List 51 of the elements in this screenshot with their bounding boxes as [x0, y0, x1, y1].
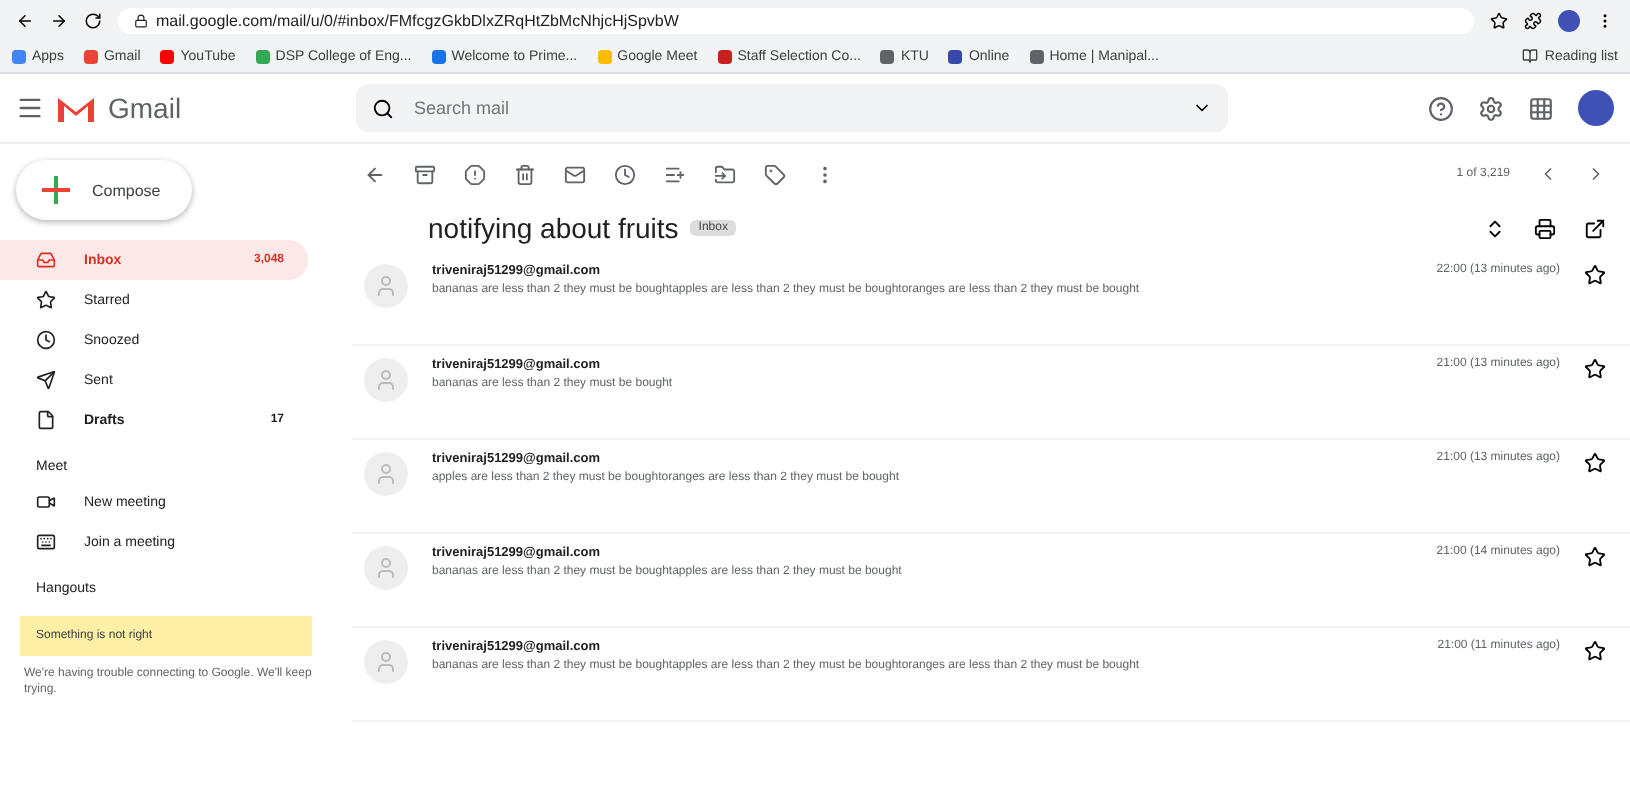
- star-icon[interactable]: [1584, 452, 1606, 474]
- profile-avatar[interactable]: [1558, 9, 1580, 31]
- star-icon[interactable]: [1490, 11, 1508, 29]
- video-icon: [36, 492, 56, 512]
- forward-icon[interactable]: [50, 11, 68, 29]
- inbox-icon: [36, 250, 56, 270]
- clock-icon[interactable]: [614, 163, 636, 185]
- back-icon[interactable]: [16, 11, 34, 29]
- keyboard-icon: [36, 532, 56, 552]
- avatar-icon: [364, 452, 408, 496]
- back-icon[interactable]: [364, 163, 386, 185]
- compose-button[interactable]: Compose: [16, 160, 192, 220]
- add-task-icon[interactable]: [664, 163, 686, 185]
- search-field[interactable]: Search mail: [356, 84, 1228, 132]
- avatar-icon: [364, 546, 408, 590]
- expand-icon[interactable]: [1484, 217, 1506, 239]
- star-icon[interactable]: [1584, 358, 1606, 380]
- menu-icon[interactable]: [16, 94, 44, 122]
- reload-icon[interactable]: [84, 11, 102, 29]
- clock-icon: [36, 330, 56, 350]
- search-icon[interactable]: [372, 97, 394, 119]
- spam-icon[interactable]: [464, 163, 486, 185]
- search-input[interactable]: Search mail: [410, 96, 1176, 120]
- help-icon[interactable]: [1428, 95, 1454, 121]
- mail-icon[interactable]: [564, 163, 586, 185]
- tag-icon[interactable]: [764, 163, 786, 185]
- address-bar[interactable]: mail.google.com/mail/u/0/#inbox/FMfcgzGkbDlxZRqHtZbMcNhjcHjSpvbW: [118, 7, 1474, 33]
- apps-grid-icon[interactable]: [1528, 95, 1554, 121]
- file-icon: [36, 410, 56, 430]
- avatar-icon: [364, 264, 408, 308]
- folder-icon[interactable]: [714, 163, 736, 185]
- star-icon[interactable]: [1584, 640, 1606, 662]
- new-window-icon[interactable]: [1584, 217, 1606, 239]
- send-icon: [36, 370, 56, 390]
- plus-icon: [40, 174, 72, 206]
- settings-icon[interactable]: [1478, 95, 1504, 121]
- app-name: Gmail: [108, 92, 182, 124]
- mail-logo-icon[interactable]: [56, 93, 96, 123]
- profile-avatar[interactable]: [1578, 90, 1614, 126]
- print-icon[interactable]: [1534, 217, 1556, 239]
- avatar-icon: [364, 358, 408, 402]
- email-subject: notifying about fruits: [428, 212, 679, 244]
- lock-icon: [134, 13, 148, 27]
- avatar-icon: [364, 640, 408, 684]
- trash-icon[interactable]: [514, 163, 536, 185]
- star-icon[interactable]: [1584, 546, 1606, 568]
- puzzle-icon[interactable]: [1524, 11, 1542, 29]
- book-icon: [1522, 48, 1539, 64]
- archive-icon[interactable]: [414, 163, 436, 185]
- star-icon[interactable]: [1584, 264, 1606, 286]
- star-icon: [36, 290, 56, 310]
